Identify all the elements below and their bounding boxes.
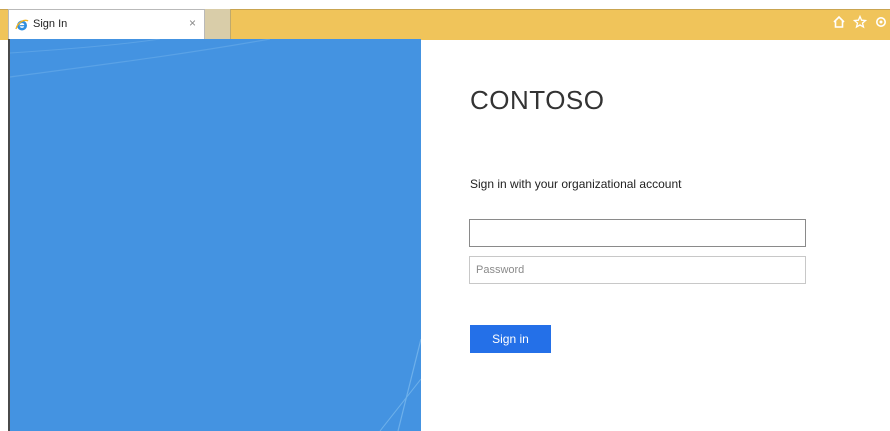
signin-instructions: Sign in with your organizational account	[470, 177, 682, 191]
tools-button[interactable]	[872, 13, 890, 31]
brand-logo-text: CONTOSO	[470, 85, 605, 115]
settings-gear-icon	[876, 17, 886, 27]
decorative-lines	[10, 39, 421, 431]
new-tab-button[interactable]	[205, 9, 231, 39]
sign-in-button[interactable]: Sign in	[470, 325, 551, 353]
username-input[interactable]	[469, 219, 806, 247]
favorites-star-icon	[853, 15, 867, 29]
close-tab-icon[interactable]: ×	[189, 16, 196, 30]
tab-title: Sign In	[33, 18, 68, 30]
home-icon	[833, 15, 845, 28]
illustration-panel	[10, 39, 421, 431]
favorites-button[interactable]	[851, 13, 869, 31]
home-button[interactable]	[830, 13, 848, 31]
tab-sign-in[interactable]: Sign In ×	[8, 9, 205, 39]
password-input[interactable]	[469, 256, 806, 284]
browser-toolbar	[830, 13, 890, 31]
internet-explorer-icon	[15, 19, 29, 31]
